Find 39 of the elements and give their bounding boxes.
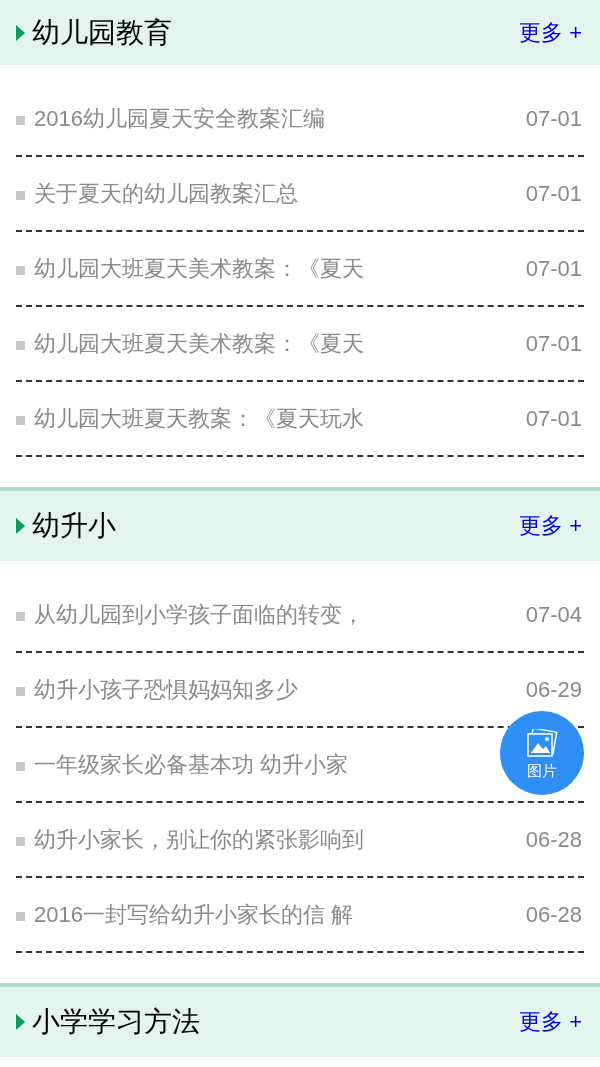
triangle-icon bbox=[16, 1014, 25, 1030]
item-date: 06-28 bbox=[525, 826, 582, 854]
bullet-icon bbox=[16, 416, 25, 425]
bullet-icon bbox=[16, 191, 25, 200]
bullet-icon bbox=[16, 912, 25, 921]
item-date: 07-04 bbox=[525, 601, 582, 629]
more-link[interactable]: 更多 + bbox=[519, 515, 582, 537]
item-title: 幼升小家长，别让你的紧张影响到 bbox=[34, 826, 364, 854]
more-link[interactable]: 更多 + bbox=[519, 1011, 582, 1033]
bullet-icon bbox=[16, 612, 25, 621]
item-title: 幼儿园大班夏天美术教案：《夏天 bbox=[34, 330, 364, 358]
item-title: 2016一封写给幼升小家长的信 解 bbox=[34, 901, 354, 929]
item-title: 幼儿园大班夏天教案：《夏天玩水 bbox=[34, 405, 364, 433]
triangle-icon bbox=[16, 24, 25, 41]
bullet-icon bbox=[16, 762, 25, 771]
bullet-icon bbox=[16, 116, 25, 125]
section-title: 小学学习方法 bbox=[32, 1008, 200, 1036]
item-title: 一年级家长必备基本功 幼升小家 bbox=[34, 751, 349, 779]
item-title: 从幼儿园到小学孩子面临的转变， bbox=[34, 601, 364, 629]
item-title: 2016幼儿园夏天安全教案汇编 bbox=[34, 105, 325, 133]
item-date: 07-01 bbox=[525, 255, 582, 283]
item-date: 07-01 bbox=[525, 405, 582, 433]
item-title: 关于夏天的幼儿园教案汇总 bbox=[34, 180, 298, 208]
item-date: 07-01 bbox=[525, 105, 582, 133]
image-icon bbox=[525, 728, 559, 759]
item-date: 06-29 bbox=[525, 676, 582, 704]
item-date: 07-01 bbox=[525, 330, 582, 358]
bullet-icon bbox=[16, 837, 25, 846]
item-date: 06-28 bbox=[525, 901, 582, 929]
bullet-icon bbox=[16, 687, 25, 696]
bullet-icon bbox=[16, 266, 25, 275]
item-title: 幼儿园大班夏天美术教案：《夏天 bbox=[34, 255, 364, 283]
more-link[interactable]: 更多 + bbox=[519, 21, 582, 44]
section-title: 幼升小 bbox=[32, 512, 116, 540]
item-date: 07-01 bbox=[525, 180, 582, 208]
triangle-icon bbox=[16, 518, 25, 534]
section-title: 幼儿园教育 bbox=[32, 18, 172, 47]
item-title: 幼升小孩子恐惧妈妈知多少 bbox=[34, 676, 298, 704]
bullet-icon bbox=[16, 341, 25, 350]
